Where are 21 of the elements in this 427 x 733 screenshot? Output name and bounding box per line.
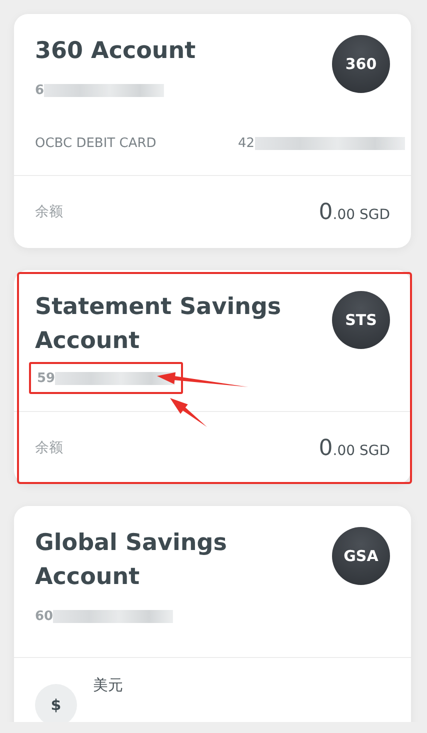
account-number: 60 — [35, 608, 54, 624]
balance-label: 余额 — [35, 203, 63, 221]
account-card[interactable]: Global Savings Account GSA 60 $ 美元 — [14, 506, 411, 722]
account-badge: 360 — [332, 35, 390, 93]
account-number: 6 — [35, 82, 44, 98]
card-label: OCBC DEBIT CARD — [35, 136, 158, 150]
card-number: 42 — [238, 136, 255, 150]
account-card[interactable]: 360 Account 360 6 OCBC DEBIT CARD 42 余额 0.00 SGD — [14, 14, 411, 248]
account-card[interactable]: Statement Savings Account STS 59 余额 0.00 SGD — [14, 270, 411, 484]
balance-label: 余额 — [35, 439, 63, 457]
currency-icon: $ — [35, 684, 77, 722]
account-name: Statement Savings Account — [35, 293, 282, 356]
currency-name: 美元 — [93, 676, 123, 696]
balance-amount: 0.00 SGD — [318, 200, 390, 224]
account-name: Global Savings Account — [35, 529, 228, 592]
account-badge: GSA — [332, 527, 390, 585]
account-number: 59 — [37, 370, 56, 386]
balance-amount: 0.00 SGD — [318, 436, 390, 460]
account-badge: STS — [332, 291, 390, 349]
account-name: 360 Account — [35, 37, 196, 66]
arrow — [170, 398, 207, 427]
